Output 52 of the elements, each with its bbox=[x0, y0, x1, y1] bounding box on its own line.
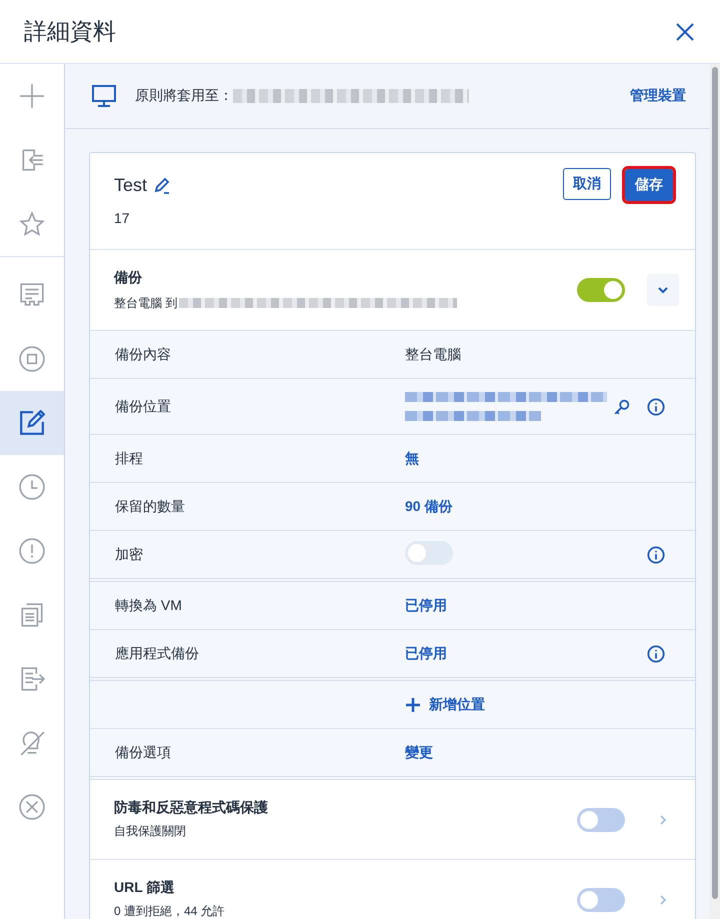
section-subtitle: 整台電腦 到 bbox=[114, 294, 178, 312]
setting-label: 保留的數量 bbox=[115, 498, 186, 516]
setting-label: 備份內容 bbox=[115, 346, 172, 364]
receipt-icon bbox=[19, 282, 45, 308]
setting-label: 排程 bbox=[115, 450, 144, 468]
manage-devices-link[interactable]: 管理裝置 bbox=[630, 87, 686, 105]
setting-label: 備份位置 bbox=[115, 398, 172, 416]
plus-icon bbox=[405, 696, 421, 712]
section-subtitle: 自我保護關閉 bbox=[114, 823, 186, 840]
plan-name: Test bbox=[114, 175, 148, 196]
plan-subtitle: 17 bbox=[114, 210, 131, 226]
section-title: 備份 bbox=[114, 268, 143, 286]
setting-link[interactable]: 變更 bbox=[405, 744, 433, 762]
stop-icon bbox=[19, 346, 45, 372]
edit-icon bbox=[19, 410, 45, 436]
setting-label: 加密 bbox=[115, 546, 144, 564]
cancel-button[interactable]: 取消 bbox=[563, 168, 611, 200]
setting-value: 整台電腦 bbox=[405, 346, 462, 364]
setting-link[interactable]: 90 備份 bbox=[405, 498, 452, 516]
expand-button[interactable] bbox=[647, 274, 679, 306]
key-icon[interactable] bbox=[613, 398, 631, 416]
clock-icon bbox=[19, 474, 45, 500]
plus-icon bbox=[19, 83, 45, 109]
info-icon[interactable] bbox=[647, 644, 665, 662]
section-title: URL 篩選 bbox=[114, 879, 176, 897]
sidebar-item[interactable] bbox=[0, 391, 64, 455]
star-icon bbox=[19, 211, 45, 237]
setting-label: 轉換為 VM bbox=[115, 596, 183, 614]
pencil-icon[interactable] bbox=[153, 176, 172, 194]
setting-link[interactable]: 已停用 bbox=[405, 644, 447, 662]
toggle-switch[interactable] bbox=[577, 278, 625, 302]
toggle-switch[interactable] bbox=[577, 888, 625, 912]
monitor-icon bbox=[91, 83, 117, 109]
section-subtitle: 0 遭到拒絕，44 允許 bbox=[114, 903, 225, 919]
add-location-link[interactable]: 新增位置 bbox=[405, 696, 485, 714]
export-icon bbox=[19, 666, 45, 692]
window-title: 詳細資料 bbox=[24, 17, 116, 46]
save-button[interactable]: 儲存 bbox=[625, 169, 673, 201]
setting-label: 備份選項 bbox=[115, 744, 172, 762]
info-icon[interactable] bbox=[647, 398, 665, 416]
bulb-off-icon bbox=[19, 730, 45, 756]
applies-to-label: 原則將套用至： bbox=[135, 87, 233, 105]
close-button[interactable] bbox=[674, 20, 696, 42]
scrollbar-thumb[interactable] bbox=[712, 67, 718, 899]
setting-link[interactable]: 已停用 bbox=[405, 596, 447, 614]
close-circle-icon bbox=[19, 794, 45, 820]
alert-icon bbox=[19, 538, 45, 564]
setting-label: 應用程式備份 bbox=[115, 644, 200, 662]
copy-icon bbox=[19, 602, 45, 628]
setting-link[interactable]: 無 bbox=[405, 450, 419, 468]
toggle-switch[interactable] bbox=[577, 808, 625, 832]
section-title: 防毒和反惡意程式碼保護 bbox=[114, 799, 268, 817]
